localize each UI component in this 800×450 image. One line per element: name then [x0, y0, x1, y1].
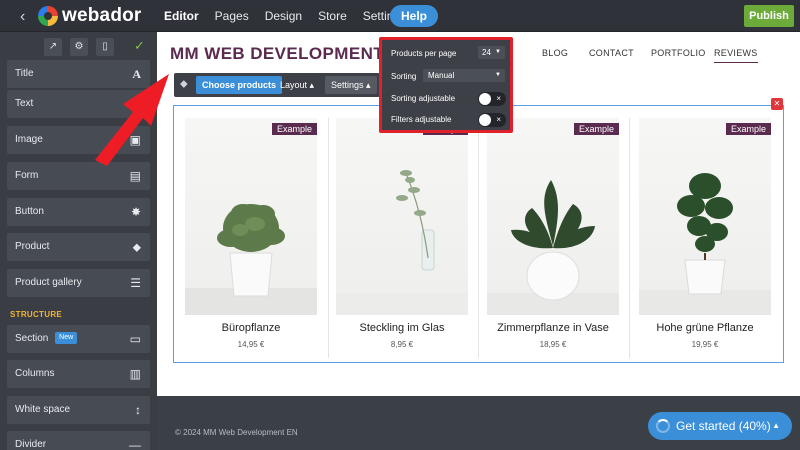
sidebar-item-product-gallery[interactable]: Product gallery ☰: [7, 269, 150, 297]
site-nav-portfolio[interactable]: PORTFOLIO: [651, 48, 706, 58]
settings-dropdown[interactable]: Settings ▴: [325, 76, 377, 94]
tag-icon: ⬥: [132, 240, 141, 254]
mobile-icon[interactable]: ▯: [96, 38, 114, 56]
filters-adjustable-label: Filters adjustable: [391, 115, 452, 124]
product-price: 18,95 €: [539, 340, 567, 349]
back-chevron-icon[interactable]: ‹: [20, 8, 25, 26]
sidebar-item-white-space[interactable]: White space ↕: [7, 396, 150, 424]
product-price: 8,95 €: [390, 340, 414, 349]
filters-adjustable-toggle[interactable]: ×: [478, 113, 506, 127]
sidebar-item-columns[interactable]: Columns ▥: [7, 360, 150, 388]
sorting-adjustable-label: Sorting adjustable: [391, 94, 456, 103]
red-arrow-annotation-icon: [95, 74, 169, 166]
product-image: Example: [639, 118, 771, 315]
per-page-select[interactable]: 24 ▼: [478, 46, 505, 59]
product-image: Example: [185, 118, 317, 315]
tag-icon: ⬥: [180, 78, 188, 90]
webador-logo-icon: [38, 6, 58, 26]
column-divider: [328, 118, 329, 358]
structure-section-label: STRUCTURE: [10, 310, 63, 319]
product-price: 19,95 €: [691, 340, 719, 349]
layout-dropdown[interactable]: Layout ▴: [274, 76, 320, 94]
progress-spinner-icon: [656, 419, 670, 433]
product-image: Example: [336, 118, 468, 315]
check-icon[interactable]: ✓: [134, 38, 145, 54]
nav-design[interactable]: Design: [265, 9, 302, 23]
nav-pages[interactable]: Pages: [215, 9, 249, 23]
caret-up-icon: ▲: [772, 421, 780, 430]
settings-popup: Products per page 24 ▼ Sorting Manual ▼ So…: [379, 37, 513, 133]
publish-button[interactable]: Publish: [744, 5, 794, 27]
main-nav: Editor Pages Design Store Settings: [164, 9, 406, 23]
per-page-label: Products per page: [391, 49, 457, 58]
caret-up-icon: ▴: [366, 80, 371, 90]
column-divider: [478, 118, 479, 358]
gallery-toolbar: ⬥ Choose products Layout ▴ Settings ▴: [174, 73, 380, 97]
example-badge: Example: [725, 123, 771, 135]
get-started-button[interactable]: Get started (40%) ▲: [648, 412, 792, 440]
sidebar-item-section[interactable]: Section New ▭: [7, 325, 150, 353]
button-icon: ✸: [130, 205, 141, 219]
x-icon: ×: [496, 94, 501, 103]
new-badge: New: [55, 332, 78, 345]
column-divider: [629, 118, 630, 358]
product-name: Zimmerpflanze in Vase: [497, 322, 609, 334]
site-nav-reviews[interactable]: REVIEWS: [714, 48, 758, 63]
nav-editor[interactable]: Editor: [164, 9, 199, 23]
x-icon: ×: [496, 115, 501, 124]
caret-up-icon: ▴: [309, 80, 315, 90]
nav-store[interactable]: Store: [318, 9, 347, 23]
product-name: Büropflanze: [221, 322, 281, 334]
caret-down-icon: ▼: [495, 72, 501, 78]
sorting-label: Sorting: [391, 72, 417, 81]
section-icon: ▭: [129, 332, 141, 346]
choose-products-button[interactable]: Choose products: [196, 76, 283, 94]
caret-down-icon: ▼: [495, 49, 501, 55]
sidebar-toolbar: ↗ ⚙ ▯ ✓: [0, 32, 157, 60]
sorting-adjustable-toggle[interactable]: ×: [478, 92, 506, 106]
product-name: Steckling im Glas: [359, 322, 445, 334]
example-badge: Example: [573, 123, 619, 135]
top-bar: ‹ webador Editor Pages Design Store Sett…: [0, 0, 800, 32]
example-badge: Example: [271, 123, 317, 135]
sidebar-item-button[interactable]: Button ✸: [7, 198, 150, 226]
sidebar-item-product[interactable]: Product ⬥: [7, 233, 150, 261]
remove-block-close-icon[interactable]: ✕: [771, 98, 783, 110]
divider-icon: —: [129, 438, 141, 450]
product-image: Example: [487, 118, 619, 315]
sidebar-item-divider[interactable]: Divider —: [7, 431, 150, 450]
footer-copyright: © 2024 MM Web Development EN: [175, 428, 298, 437]
product-name: Hohe grüne Pflanze: [656, 322, 754, 334]
white-space-icon: ↕: [135, 403, 141, 417]
sorting-select[interactable]: Manual ▼: [423, 69, 505, 82]
brand-name: webador: [62, 5, 142, 26]
gear-icon[interactable]: ⚙: [70, 38, 88, 56]
list-icon: ☰: [130, 276, 141, 290]
site-title[interactable]: MM WEB DEVELOPMENT EN: [170, 44, 414, 64]
site-nav-contact[interactable]: CONTACT: [589, 48, 634, 58]
website-preview: MM WEB DEVELOPMENT EN BLOG CONTACT PORTF…: [157, 32, 800, 396]
external-link-icon[interactable]: ↗: [44, 38, 62, 56]
site-nav-blog[interactable]: BLOG: [542, 48, 568, 58]
columns-icon: ▥: [129, 367, 141, 381]
help-button[interactable]: Help: [390, 5, 439, 27]
product-price: 14,95 €: [237, 340, 265, 349]
editor-canvas: MM WEB DEVELOPMENT EN BLOG CONTACT PORTF…: [157, 32, 800, 450]
